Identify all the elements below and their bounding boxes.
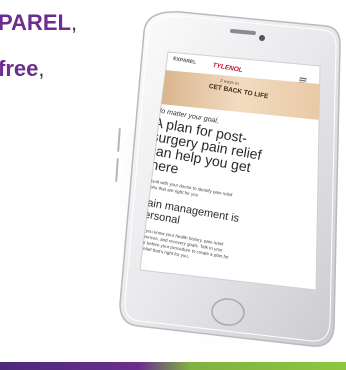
headline-line-2: free,	[0, 58, 44, 80]
side-button	[117, 128, 121, 152]
brand-color-bar	[0, 362, 346, 370]
headline-line-2-text: free	[0, 56, 39, 81]
smartphone: EXPAREL TYLENOL 2 ways to CET BACK TO LI…	[115, 11, 341, 347]
front-camera	[259, 35, 265, 41]
headline-line-2-punct: ,	[38, 56, 45, 81]
headline-line-1-punct: ,	[70, 10, 78, 35]
side-button	[115, 158, 119, 182]
headline-line-1: PAREL,	[0, 12, 77, 34]
headline-line-1-text: PAREL	[0, 10, 71, 35]
